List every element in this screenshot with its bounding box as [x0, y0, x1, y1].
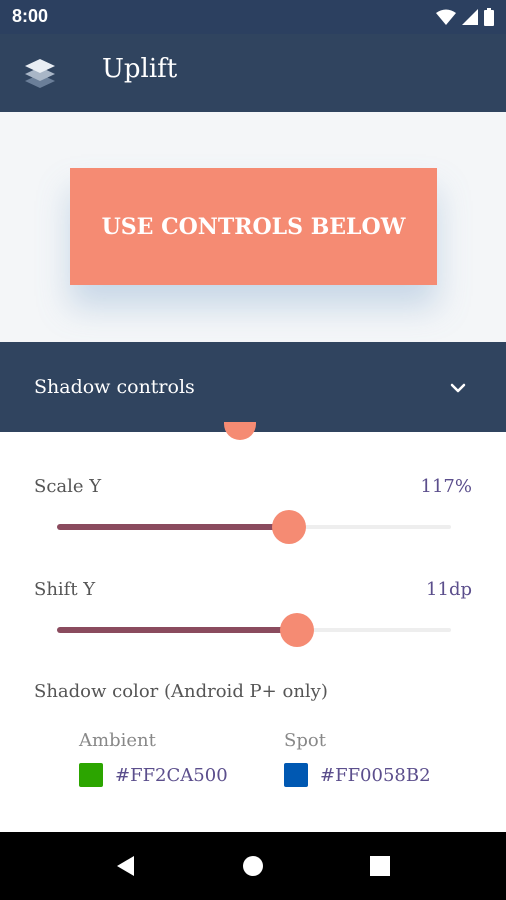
slider-fill	[57, 524, 290, 530]
use-controls-label: USE CONTROLS BELOW	[101, 213, 406, 240]
ambient-hex: #FF2CA500	[115, 764, 228, 786]
back-icon[interactable]	[114, 854, 138, 878]
preview-area: USE CONTROLS BELOW	[0, 112, 506, 342]
recents-icon[interactable]	[368, 854, 392, 878]
slider-fill	[57, 627, 298, 633]
battery-icon	[484, 8, 494, 26]
chevron-down-icon[interactable]	[448, 378, 468, 398]
scale-y-slider[interactable]	[57, 510, 451, 544]
ambient-color-group: Ambient #FF2CA500	[79, 730, 228, 787]
panel-title: Shadow controls	[34, 376, 195, 398]
use-controls-button[interactable]: USE CONTROLS BELOW	[70, 168, 437, 285]
ambient-swatch[interactable]	[79, 763, 103, 787]
ambient-label: Ambient	[79, 730, 156, 751]
status-bar: 8:00	[0, 0, 506, 34]
cellular-icon	[462, 9, 478, 25]
layers-logo-icon	[25, 59, 55, 88]
home-icon[interactable]	[241, 854, 265, 878]
slider-thumb[interactable]	[272, 510, 307, 544]
wifi-icon	[436, 9, 456, 25]
status-time: 8:00	[12, 6, 49, 26]
navigation-bar	[0, 832, 506, 900]
spot-color-group: Spot #FF0058B2	[284, 730, 431, 787]
spot-color-picker[interactable]: #FF0058B2	[284, 763, 431, 787]
spot-hex: #FF0058B2	[320, 764, 431, 786]
app-title: Uplift	[102, 54, 178, 84]
shift-y-label: Shift Y	[34, 579, 96, 600]
status-icons	[436, 8, 494, 26]
shift-y-value: 11dp	[426, 579, 472, 600]
spot-swatch[interactable]	[284, 763, 308, 787]
scale-y-value: 117%	[420, 476, 472, 497]
hidden-slider-thumb[interactable]	[224, 422, 256, 440]
spot-label: Spot	[284, 730, 326, 751]
shadow-controls-header[interactable]: Shadow controls	[0, 342, 506, 432]
slider-thumb[interactable]	[280, 613, 315, 647]
shift-y-slider[interactable]	[57, 613, 451, 647]
shadow-color-heading: Shadow color (Android P+ only)	[34, 681, 328, 702]
ambient-color-picker[interactable]: #FF2CA500	[79, 763, 228, 787]
app-bar: Uplift	[0, 34, 506, 112]
scale-y-label: Scale Y	[34, 476, 102, 497]
